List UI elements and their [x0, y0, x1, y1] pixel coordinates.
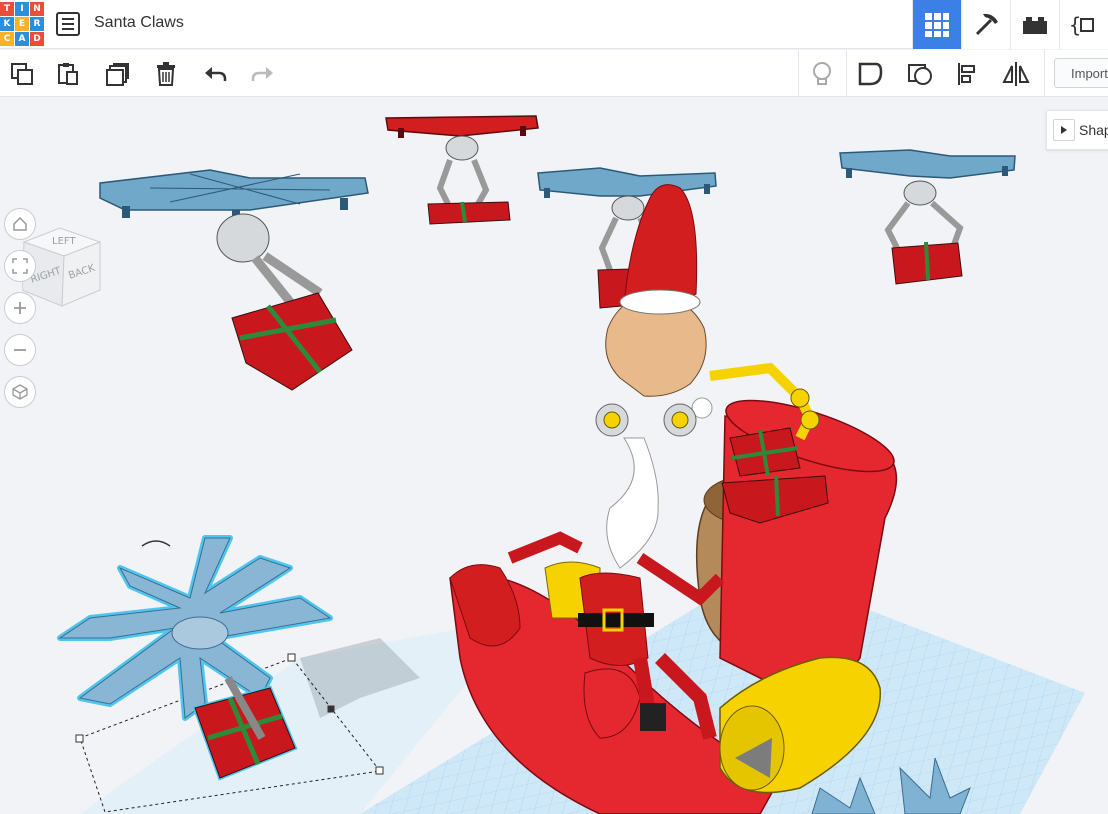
- design-list-button[interactable]: [56, 12, 80, 36]
- chevron-right-icon: [1061, 126, 1067, 134]
- lightbulb-button[interactable]: [806, 58, 838, 90]
- duplicate-icon: [106, 63, 129, 86]
- copy-button[interactable]: [6, 58, 38, 90]
- codeblocks-icon: {: [1069, 13, 1094, 37]
- solid-shape-icon: [858, 62, 883, 86]
- mirror-icon: [1002, 62, 1030, 86]
- shapes-panel: Shapes: [1046, 110, 1108, 150]
- codeblocks-view-button[interactable]: {: [1059, 0, 1108, 49]
- solid-button[interactable]: [854, 58, 886, 90]
- orthographic-button[interactable]: [4, 376, 36, 408]
- home-view-button[interactable]: [4, 208, 36, 240]
- shapes-panel-toggle[interactable]: [1053, 119, 1075, 141]
- gift-box: [231, 292, 353, 391]
- toolbar-divider: [846, 50, 847, 97]
- zoom-in-button[interactable]: [4, 292, 36, 324]
- pickaxe-icon: [975, 13, 998, 35]
- logo-letter: I: [15, 2, 29, 16]
- logo-letter: A: [15, 32, 29, 46]
- workplane-viewport[interactable]: RIGHT BACK LEFT: [0, 98, 1108, 814]
- svg-text:{: {: [1069, 13, 1081, 37]
- delete-button[interactable]: [150, 58, 182, 90]
- edit-toolbar: Import: [0, 50, 1108, 97]
- logo-letter: T: [0, 2, 14, 16]
- logo-letter: R: [30, 17, 44, 31]
- logo-letter: C: [0, 32, 14, 46]
- hole-shape-icon: [908, 64, 932, 85]
- align-icon: [958, 63, 975, 85]
- bricks-view-button[interactable]: [1010, 0, 1059, 49]
- design-title[interactable]: Santa Claws: [94, 14, 184, 32]
- toolbar-divider: [1044, 50, 1045, 97]
- rotate-handle[interactable]: [141, 540, 171, 547]
- logo-letter: E: [15, 17, 29, 31]
- orthographic-icon: [12, 384, 28, 400]
- tinkercad-editor: TIN KER CAD Santa Claws {Import RIGHT BAC…: [0, 0, 1108, 814]
- redo-button[interactable]: [246, 58, 278, 90]
- view-switcher: {: [912, 0, 1108, 49]
- logo-letter: D: [30, 32, 44, 46]
- blocks-view-button[interactable]: [961, 0, 1010, 49]
- mirror-button[interactable]: [1000, 58, 1032, 90]
- duplicate-button[interactable]: [102, 58, 134, 90]
- align-button[interactable]: [952, 58, 984, 90]
- fit-view-icon: [12, 258, 28, 274]
- delete-icon: [157, 62, 175, 86]
- undo-icon: [205, 67, 227, 81]
- zoom-out-icon: [14, 349, 26, 351]
- logo-letter: K: [0, 17, 14, 31]
- zoom-out-button[interactable]: [4, 334, 36, 366]
- snowflake-drone-1[interactable]: [99, 169, 369, 391]
- zoom-in-icon: [14, 302, 26, 314]
- toolbar-divider: [798, 50, 799, 97]
- import-button[interactable]: Import: [1054, 58, 1108, 88]
- fit-view-button[interactable]: [4, 250, 36, 282]
- view-cube-top-face[interactable]: LEFT: [52, 236, 76, 247]
- paste-button[interactable]: [52, 58, 84, 90]
- tinkercad-logo[interactable]: TIN KER CAD: [0, 2, 44, 46]
- hole-button[interactable]: [904, 58, 936, 90]
- 3d-view-button[interactable]: [912, 0, 961, 49]
- snowflake-drone-4[interactable]: [839, 149, 1016, 285]
- lightbulb-icon: [813, 62, 831, 85]
- redo-icon: [251, 67, 273, 81]
- 3d-scene[interactable]: [0, 98, 1108, 814]
- santa-sleigh[interactable]: [449, 184, 901, 814]
- home-icon: [13, 216, 27, 231]
- top-bar: TIN KER CAD Santa Claws {: [0, 0, 1108, 49]
- logo-letter: N: [30, 2, 44, 16]
- bricks-icon: [1023, 16, 1047, 34]
- red-drone-2[interactable]: [385, 115, 539, 225]
- grid-3d-view-icon: [925, 12, 949, 37]
- copy-icon: [11, 63, 33, 85]
- shapes-panel-label: Shapes: [1079, 122, 1108, 138]
- paste-icon: [58, 63, 78, 85]
- undo-button[interactable]: [200, 58, 232, 90]
